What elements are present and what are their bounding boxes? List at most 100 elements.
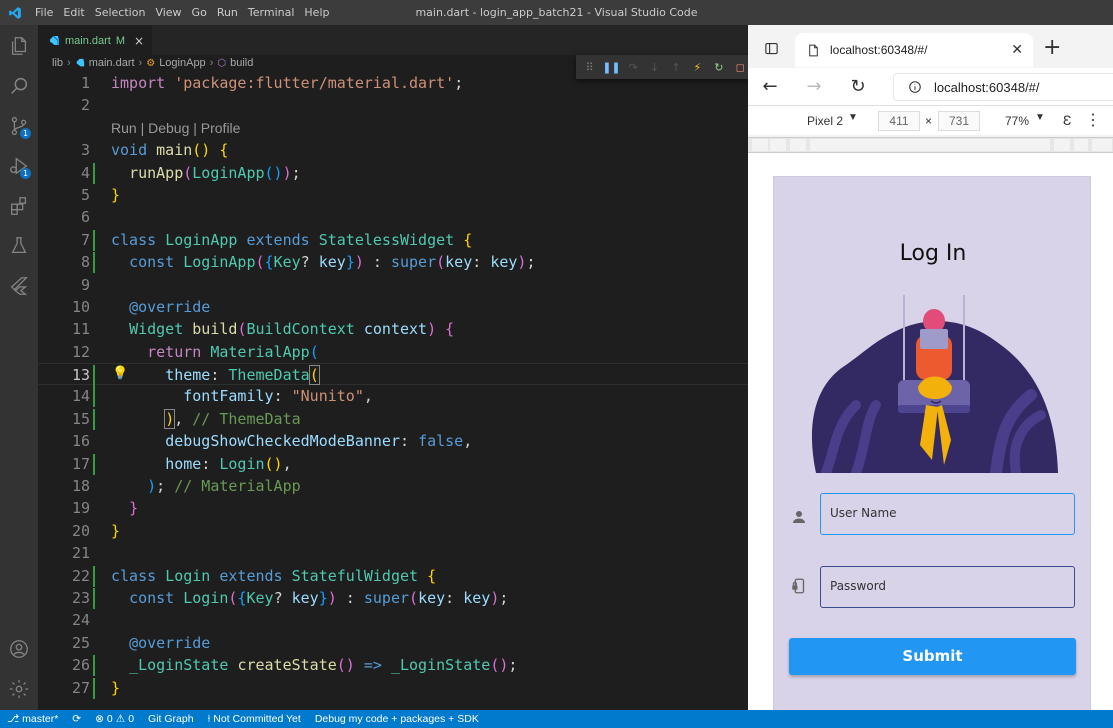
url-text: localhost:60348/#/ bbox=[934, 79, 1040, 95]
search-icon[interactable] bbox=[0, 67, 38, 105]
browser-viewport: Log In User Name Password Submit bbox=[748, 153, 1113, 710]
git-graph-button[interactable]: Git Graph bbox=[141, 713, 201, 725]
blame-indicator[interactable]: ⍿ Not Committed Yet bbox=[201, 713, 308, 726]
menu-bar: File Edit Selection View Go Run Terminal… bbox=[30, 0, 334, 25]
problems-indicator[interactable]: ⊗ 0 ⚠ 0 bbox=[88, 713, 141, 725]
phone-lock-icon bbox=[792, 578, 805, 594]
menu-terminal[interactable]: Terminal bbox=[243, 0, 300, 25]
back-icon[interactable]: ← bbox=[748, 68, 792, 105]
device-toolbar: Pixel 2 ▼ 411 × 731 77% ▼ Ɛ ⋮ bbox=[748, 105, 1113, 135]
run-debug-icon[interactable]: 1 bbox=[0, 147, 38, 185]
chevron-right-icon: › bbox=[67, 57, 71, 69]
debug-mode-indicator[interactable]: Debug my code + packages + SDK bbox=[308, 713, 486, 725]
account-icon[interactable] bbox=[0, 630, 38, 668]
chevron-down-icon[interactable]: ▼ bbox=[848, 112, 858, 123]
code-line: 27} bbox=[71, 677, 121, 699]
submit-button[interactable]: Submit bbox=[789, 638, 1076, 675]
refresh-icon[interactable]: ↻ bbox=[836, 68, 880, 105]
menu-edit[interactable]: Edit bbox=[58, 0, 89, 25]
address-bar: ← → ↻ localhost:60348/#/ bbox=[748, 68, 1113, 105]
explorer-icon[interactable] bbox=[0, 27, 38, 65]
menu-run[interactable]: Run bbox=[212, 0, 243, 25]
code-line: 15 ), // ThemeData bbox=[71, 408, 301, 430]
class-icon: ⚙ bbox=[146, 57, 156, 69]
run-debug-badge: 1 bbox=[20, 168, 31, 179]
dart-file-icon bbox=[50, 35, 59, 45]
forward-icon[interactable]: → bbox=[792, 68, 836, 105]
code-line: 17 home: Login(), bbox=[71, 453, 292, 475]
code-line: 21 bbox=[71, 544, 90, 563]
browser-window: localhost:60348/#/ ✕ + ← → ↻ localhost:6… bbox=[748, 25, 1113, 710]
device-screen: Log In User Name Password Submit bbox=[773, 176, 1091, 710]
menu-selection[interactable]: Selection bbox=[90, 0, 151, 25]
new-tab-icon[interactable]: + bbox=[1043, 37, 1061, 59]
breadcrumb-main-dart[interactable]: main.dart bbox=[89, 57, 135, 69]
extensions-icon[interactable] bbox=[0, 187, 38, 225]
git-branch-icon: ⎇ bbox=[7, 713, 20, 725]
code-line: 9 bbox=[80, 275, 90, 294]
code-line: 25 @override bbox=[71, 633, 211, 652]
media-query-ruler bbox=[748, 137, 1113, 153]
code-editor[interactable]: 1 import 'package:flutter/material.dart';… bbox=[38, 72, 748, 699]
info-icon[interactable] bbox=[908, 80, 922, 94]
menu-file[interactable]: File bbox=[30, 0, 58, 25]
tab-label: main.dart bbox=[65, 34, 111, 47]
browser-tab[interactable]: localhost:60348/#/ ✕ bbox=[795, 33, 1033, 67]
code-line: 12 return MaterialApp( bbox=[71, 342, 319, 361]
status-bar: ⎇ master* ⟳ ⊗ 0 ⚠ 0 Git Graph ⍿ Not Committ… bbox=[0, 710, 1113, 728]
chevron-right-icon: › bbox=[209, 57, 214, 69]
height-field[interactable]: 731 bbox=[938, 111, 980, 131]
more-options-icon[interactable]: ⋮ bbox=[1085, 110, 1101, 130]
browser-tab-title: localhost:60348/#/ bbox=[830, 43, 928, 57]
flutter-icon[interactable] bbox=[0, 267, 38, 305]
source-control-icon[interactable]: 1 bbox=[0, 107, 38, 145]
width-field[interactable]: 411 bbox=[878, 111, 920, 131]
code-line: 22 class Login extends StatefulWidget { bbox=[71, 565, 437, 587]
close-tab-icon[interactable]: ✕ bbox=[1011, 41, 1023, 58]
code-line: 18 ); // MaterialApp bbox=[71, 477, 301, 496]
editor-area: main.dart M × lib › main.dart › ⚙ LoginA… bbox=[38, 25, 748, 710]
source-control-badge: 1 bbox=[20, 128, 31, 139]
username-input[interactable]: User Name bbox=[820, 493, 1075, 535]
reading-on-swing-illustration bbox=[811, 295, 1058, 473]
code-line: 10 @override bbox=[71, 297, 211, 316]
method-icon: ⬡ bbox=[217, 57, 227, 69]
breadcrumb-loginapp[interactable]: LoginApp bbox=[159, 57, 206, 69]
password-input[interactable]: Password bbox=[820, 566, 1075, 608]
tab-main-dart[interactable]: main.dart M × bbox=[38, 25, 153, 55]
sync-icon[interactable]: ⟳ bbox=[65, 713, 88, 725]
testing-icon[interactable] bbox=[0, 227, 38, 265]
chevron-right-icon: › bbox=[138, 57, 143, 69]
code-line: 4 runApp(LoginApp()); bbox=[80, 162, 301, 184]
code-line: 14 fontFamily: "Nunito", bbox=[71, 386, 373, 408]
vscode-logo-icon bbox=[0, 0, 30, 25]
warning-icon: ⚠ bbox=[115, 713, 126, 725]
throttle-icon[interactable]: Ɛ bbox=[1063, 112, 1071, 128]
title-bar: File Edit Selection View Go Run Terminal… bbox=[0, 0, 1113, 25]
code-line: 26 _LoginState createState() => _LoginSt… bbox=[71, 655, 518, 677]
chevron-down-icon[interactable]: ▼ bbox=[1035, 112, 1045, 123]
settings-gear-icon[interactable] bbox=[0, 670, 38, 708]
menu-go[interactable]: Go bbox=[187, 0, 212, 25]
menu-view[interactable]: View bbox=[150, 0, 186, 25]
zoom-select[interactable]: 77% bbox=[1005, 114, 1029, 128]
breadcrumb-build[interactable]: build bbox=[230, 57, 253, 69]
code-line: 5} bbox=[80, 185, 121, 204]
tab-actions-icon[interactable] bbox=[764, 41, 779, 59]
codelens[interactable]: Run | Debug | Profile bbox=[38, 117, 748, 139]
code-line: 19 } bbox=[71, 499, 139, 518]
close-icon[interactable]: × bbox=[134, 34, 144, 48]
code-line: 6 bbox=[80, 208, 90, 227]
breadcrumb-lib[interactable]: lib bbox=[52, 57, 63, 69]
code-line: 3 void main() { bbox=[80, 141, 229, 160]
code-line: 11 Widget build(BuildContext context) { bbox=[71, 320, 455, 339]
menu-help[interactable]: Help bbox=[299, 0, 334, 25]
editor-tabs: main.dart M × bbox=[38, 25, 748, 55]
branch-indicator[interactable]: ⎇ master* bbox=[0, 713, 65, 725]
device-select[interactable]: Pixel 2 bbox=[807, 114, 843, 128]
current-code-line: 13 💡 theme: ThemeData( bbox=[38, 363, 748, 387]
dart-file-icon bbox=[76, 58, 84, 67]
code-line: 20} bbox=[71, 521, 121, 540]
person-icon bbox=[793, 511, 805, 523]
url-input[interactable]: localhost:60348/#/ bbox=[893, 73, 1113, 101]
